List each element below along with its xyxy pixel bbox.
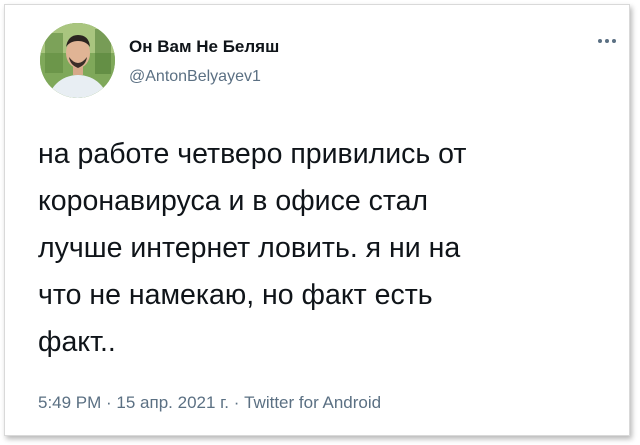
tweet-line: на работе четверо привились от [38, 138, 467, 170]
tweet-card: Он Вам Не Беляш @AntonBelyayev1 на работ… [4, 4, 630, 436]
tweet-meta[interactable]: 5:49 PM · 15 апр. 2021 г. · Twitter for … [38, 393, 381, 413]
avatar-photo [40, 23, 115, 98]
user-handle[interactable]: @AntonBelyayev1 [129, 68, 261, 86]
more-horizontal-icon[interactable] [593, 31, 621, 51]
tweet-text: на работе четверо привились от коронавир… [38, 131, 613, 366]
tweet-line: факт.. [38, 326, 116, 358]
more-dot [612, 39, 616, 43]
more-dot [598, 39, 602, 43]
tweet-line: лучше интернет ловить. я ни на [38, 232, 461, 264]
tweet-line: коронавируса и в офисе стал [38, 185, 429, 217]
display-name[interactable]: Он Вам Не Беляш [129, 37, 279, 57]
avatar[interactable] [40, 23, 115, 98]
tweet-line: что не намекаю, но факт есть [38, 279, 433, 311]
more-dot [605, 39, 609, 43]
